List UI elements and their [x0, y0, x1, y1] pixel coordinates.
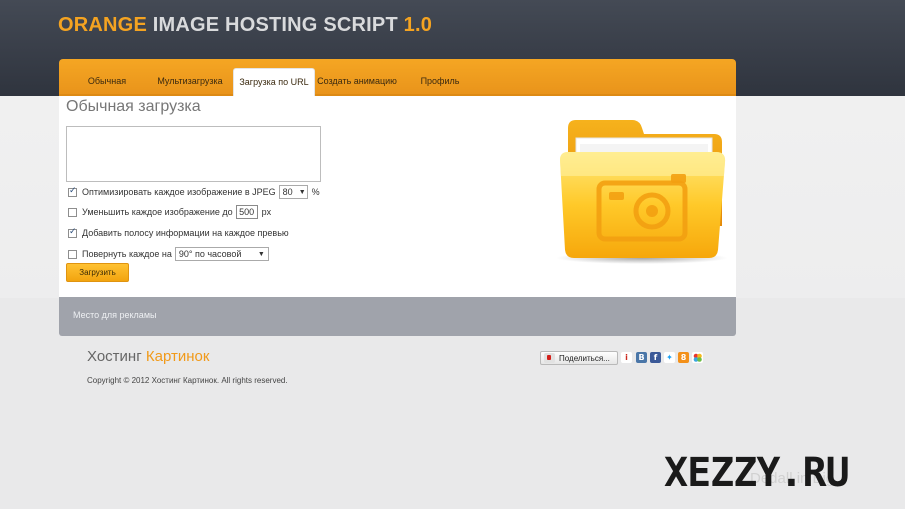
ad-text: Место для рекламы: [73, 310, 157, 320]
moimir-flower-icon: [693, 353, 702, 362]
twitter-icon[interactable]: ✦: [664, 352, 675, 363]
tab-upload-url[interactable]: Загрузка по URL: [233, 68, 315, 98]
folder-camera-icon: [556, 120, 728, 264]
footer-brand[interactable]: Хостинг Картинок: [87, 348, 209, 365]
upload-panel: Обычная загрузка Оптимизировать каждое и…: [59, 96, 736, 297]
resize-checkbox[interactable]: [68, 207, 77, 217]
tab-multiupload[interactable]: Мультизагрузка: [151, 68, 229, 96]
infobar-checkbox[interactable]: [68, 227, 77, 238]
rotate-checkbox[interactable]: [68, 249, 77, 259]
vkontakte-icon[interactable]: B: [636, 352, 647, 363]
share-icon: [544, 353, 555, 363]
resize-unit: px: [261, 207, 272, 217]
copyright-text: Copyright © 2012 Хостинг Картинок. All r…: [87, 376, 288, 385]
footer-brand-part1: Хостинг: [87, 348, 146, 365]
url-textarea[interactable]: [66, 126, 321, 182]
share-button[interactable]: Поделиться...: [540, 351, 618, 365]
tab-create-animation[interactable]: Создать анимацию: [315, 68, 399, 96]
odnoklassniki-icon[interactable]: 8: [678, 352, 689, 363]
site-title-version: 1.0: [403, 14, 433, 36]
facebook-icon[interactable]: f: [650, 352, 661, 363]
quality-value: 80: [282, 187, 293, 197]
option-rotate-row: Повернуть каждое на 90° по часовой ▼: [68, 247, 269, 261]
resize-size-input[interactable]: 500: [235, 205, 258, 219]
footer-brand-part2: Картинок: [145, 348, 210, 365]
quality-unit: %: [311, 187, 320, 197]
tab-regular[interactable]: Обычная: [77, 68, 137, 96]
chevron-down-icon: ▼: [298, 188, 306, 196]
site-title-orange: ORANGE: [58, 14, 147, 36]
optimize-checkbox[interactable]: [68, 186, 77, 197]
rotate-value: 90° по часовой: [178, 249, 242, 259]
chevron-down-icon: ▼: [257, 250, 265, 258]
site-title-main: IMAGE HOSTING SCRIPT: [146, 14, 404, 36]
option-resize-row: Уменьшить каждое изображение до 500 px: [68, 205, 271, 219]
quality-select[interactable]: 80 ▼: [278, 185, 308, 199]
site-title[interactable]: ORANGE IMAGE HOSTING SCRIPT 1.0: [58, 14, 432, 37]
tab-profile[interactable]: Профиль: [413, 68, 467, 96]
optimize-label: Оптимизировать каждое изображение в JPEG: [82, 187, 276, 197]
tab-bar: Обычная Мультизагрузка Загрузка по URL С…: [59, 59, 736, 98]
watermark-text: XEZZY.RU: [664, 450, 850, 496]
ad-bar: Место для рекламы: [59, 297, 736, 336]
infobar-label: Добавить полосу информации на каждое пре…: [82, 228, 289, 238]
resize-label: Уменьшить каждое изображение до: [82, 207, 233, 217]
share-label: Поделиться...: [559, 353, 610, 363]
livejournal-icon[interactable]: i: [621, 352, 632, 363]
main-container: Обычная Мультизагрузка Загрузка по URL С…: [59, 59, 736, 336]
option-infobar-row: Добавить полосу информации на каждое пре…: [68, 226, 289, 240]
moimir-icon[interactable]: [692, 352, 703, 363]
upload-button[interactable]: Загрузить: [66, 263, 129, 282]
rotate-select[interactable]: 90° по часовой ▼: [174, 247, 269, 261]
rotate-label: Повернуть каждое на: [82, 249, 172, 259]
option-optimize-row: Оптимизировать каждое изображение в JPEG…: [68, 185, 320, 199]
panel-title: Обычная загрузка: [66, 98, 201, 115]
